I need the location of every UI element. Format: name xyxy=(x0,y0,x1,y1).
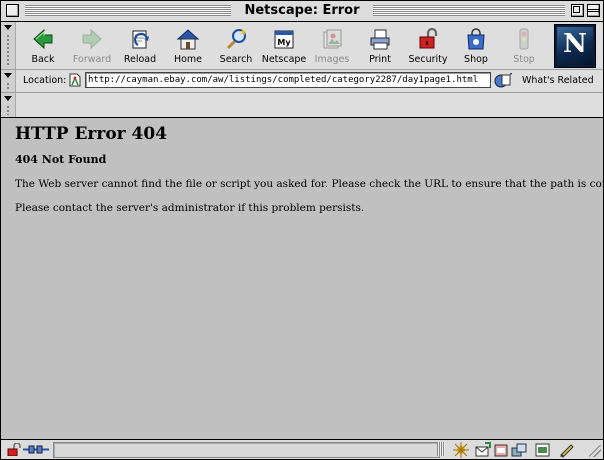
status-divider-handle[interactable] xyxy=(437,442,445,456)
forward-button[interactable]: Forward xyxy=(68,25,116,67)
page-proxy-icon[interactable] xyxy=(67,72,83,88)
search-icon xyxy=(226,29,246,50)
error-description: The Web server cannot find the file or s… xyxy=(15,178,604,190)
whats-related-icon[interactable] xyxy=(493,72,513,88)
location-label: Location: xyxy=(23,75,67,86)
personal-toolbar xyxy=(1,93,603,118)
location-toolbar-collapse-tab[interactable] xyxy=(1,70,16,92)
printer-icon xyxy=(370,29,390,50)
stop-label: Stop xyxy=(513,54,535,65)
browser-window: Netscape: Error 404 Back Fo xyxy=(0,0,604,460)
navigation-toolbar: Back Forward Reload Home Search My Netsc… xyxy=(1,22,603,70)
toolbar-area: Back Forward Reload Home Search My Netsc… xyxy=(1,22,603,118)
reload-icon xyxy=(132,30,149,49)
navigation-toolbar-collapse-tab[interactable] xyxy=(1,22,16,69)
contact-admin-text: Please contact the server's administrato… xyxy=(15,202,365,214)
forward-arrow-icon xyxy=(82,28,102,50)
title-stripes-right xyxy=(373,5,565,16)
grip-dots xyxy=(6,82,10,90)
print-button[interactable]: Print xyxy=(356,25,404,67)
back-button[interactable]: Back xyxy=(19,25,67,67)
status-bar xyxy=(1,439,603,459)
collapse-triangle-icon xyxy=(4,25,12,30)
padlock-icon xyxy=(419,27,438,49)
newsgroups-icon[interactable] xyxy=(511,442,527,458)
reload-button[interactable]: Reload xyxy=(116,25,164,67)
images-icon xyxy=(323,29,342,49)
shopping-bag-icon xyxy=(467,28,485,50)
address-book-icon[interactable] xyxy=(493,442,509,458)
security-button[interactable]: Security xyxy=(404,25,452,67)
error-subheading: 404 Not Found xyxy=(15,153,107,166)
shop-button[interactable]: Shop xyxy=(452,25,500,67)
page-content[interactable]: HTTP Error 404 404 Not Found The Web ser… xyxy=(1,118,604,440)
title-bar[interactable]: Netscape: Error 404 xyxy=(1,1,603,36)
home-button[interactable]: Home xyxy=(164,25,212,67)
status-message xyxy=(53,442,440,458)
back-arrow-icon xyxy=(33,28,53,50)
stop-icon xyxy=(519,28,529,50)
images-button[interactable]: Images xyxy=(308,25,356,67)
search-button[interactable]: Search xyxy=(212,25,260,67)
connection-status-icon xyxy=(23,445,49,454)
resize-grip[interactable] xyxy=(589,445,601,457)
back-label: Back xyxy=(31,54,55,65)
grip-dots xyxy=(6,105,10,115)
title-stripes-left xyxy=(25,5,231,16)
grip-dots xyxy=(6,34,10,67)
my-netscape-icon: My xyxy=(274,30,294,49)
logo-letter: N xyxy=(563,29,587,59)
component-bar xyxy=(453,442,585,458)
netscape-throbber-logo[interactable]: N xyxy=(554,24,596,68)
whats-related-label[interactable]: What's Related xyxy=(522,75,594,86)
collapse-triangle-icon xyxy=(4,96,12,101)
security-lock-icon[interactable] xyxy=(7,443,21,456)
zoom-box[interactable] xyxy=(571,4,584,17)
my-netscape-button[interactable]: My Netscape xyxy=(260,25,308,67)
mail-component-icon[interactable] xyxy=(475,442,491,458)
close-box[interactable] xyxy=(6,4,19,17)
svg-text:My: My xyxy=(277,38,291,47)
collapse-triangle-icon xyxy=(4,73,12,78)
edit-pencil-icon[interactable] xyxy=(559,442,575,458)
stop-button[interactable]: Stop xyxy=(500,25,548,67)
page-heading: HTTP Error 404 xyxy=(15,124,168,144)
home-icon xyxy=(176,29,200,50)
navigator-component-icon[interactable] xyxy=(453,442,469,458)
personal-toolbar-collapse-tab[interactable] xyxy=(1,93,16,117)
location-toolbar: Location: What's Related xyxy=(1,70,603,93)
url-field[interactable] xyxy=(85,72,491,88)
collapse-box[interactable] xyxy=(587,4,600,17)
window-title: Netscape: Error 404 xyxy=(233,2,371,36)
composer-icon[interactable] xyxy=(535,442,551,458)
